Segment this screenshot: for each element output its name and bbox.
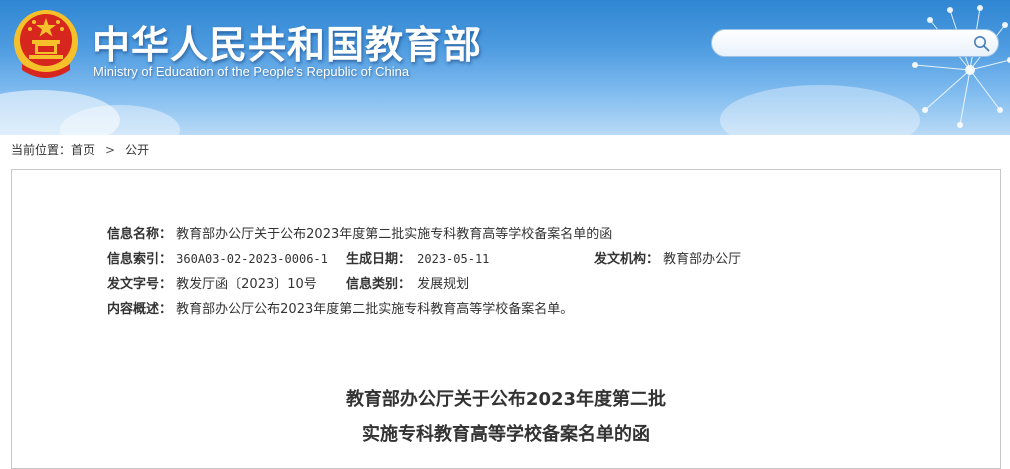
search-input[interactable] <box>724 33 968 55</box>
breadcrumb: 当前位置：首页 > 公开 <box>11 141 149 158</box>
info-summary-row: 内容概述： 教育部办公厅公布2023年度第二批实施专科教育高等学校备案名单。 <box>107 298 573 317</box>
info-date-label: 生成日期： <box>346 252 412 267</box>
info-date-value: 2023-05-11 <box>417 252 490 266</box>
info-index-label: 信息索引： <box>107 252 173 267</box>
document-title-line2: 实施专科教育高等学校备案名单的函 <box>362 424 650 445</box>
info-org-value: 教育部办公厅 <box>663 252 742 267</box>
info-summary-value: 教育部办公厅公布2023年度第二批实施专科教育高等学校备案名单。 <box>176 302 574 317</box>
national-emblem-icon <box>14 10 78 78</box>
document-title-line1: 教育部办公厅关于公布2023年度第二批 <box>345 389 667 410</box>
info-org-label: 发文机构： <box>594 252 660 267</box>
breadcrumb-separator: > <box>105 142 116 157</box>
info-name-row: 信息名称： 教育部办公厅关于公布2023年度第二批实施专科教育高等学校备案名单的… <box>107 223 612 242</box>
info-docno-value: 教发厅函〔2023〕10号 <box>176 277 317 292</box>
dandelion-decoration-icon <box>912 5 1010 128</box>
info-category-row: 信息类别： 发展规划 <box>346 273 469 292</box>
info-org-row: 发文机构： 教育部办公厅 <box>594 248 741 267</box>
breadcrumb-current-link[interactable]: 公开 <box>125 143 149 157</box>
info-category-value: 发展规划 <box>417 277 470 292</box>
breadcrumb-home-link[interactable]: 首页 <box>71 143 95 157</box>
breadcrumb-prefix: 当前位置： <box>11 143 72 157</box>
info-name-value: 教育部办公厅关于公布2023年度第二批实施专科教育高等学校备案名单的函 <box>176 227 613 242</box>
site-subtitle: Ministry of Education of the People's Re… <box>93 64 410 79</box>
info-category-label: 信息类别： <box>346 277 412 292</box>
site-header: 中华人民共和国教育部 Ministry of Education of the … <box>0 0 1010 135</box>
info-index-value: 360A03-02-2023-0006-1 <box>176 252 328 266</box>
search-box <box>711 29 999 57</box>
info-name-label: 信息名称： <box>107 227 173 242</box>
content-panel: 信息名称： 教育部办公厅关于公布2023年度第二批实施专科教育高等学校备案名单的… <box>11 169 1001 469</box>
info-docno-label: 发文字号： <box>107 277 173 292</box>
info-docno-row: 发文字号： 教发厅函〔2023〕10号 <box>107 273 317 292</box>
info-index-row: 信息索引： 360A03-02-2023-0006-1 <box>107 248 328 267</box>
info-date-row: 生成日期： 2023-05-11 <box>346 248 489 267</box>
info-summary-label: 内容概述： <box>107 302 173 317</box>
site-title: 中华人民共和国教育部 <box>92 23 483 67</box>
search-icon[interactable] <box>973 35 990 52</box>
